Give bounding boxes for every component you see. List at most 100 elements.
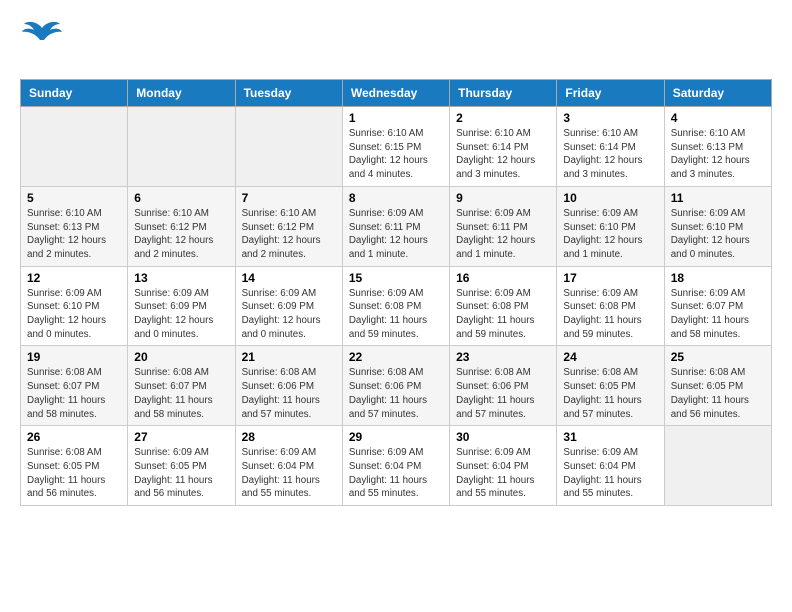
calendar-cell: 10 Sunrise: 6:09 AM Sunset: 6:10 PM Dayli…: [557, 186, 664, 266]
calendar-week-row: 12Sunrise: 6:09 AM Sunset: 6:10 PM Dayli…: [21, 266, 772, 346]
day-number: 1: [349, 111, 443, 125]
day-number: 22: [349, 350, 443, 364]
day-info: Sunrise: 6:09 AM Sunset: 6:04 PM Dayligh…: [563, 446, 657, 501]
calendar-cell: 11 Sunrise: 6:09 AM Sunset: 6:10 PM Dayli…: [664, 186, 771, 266]
calendar-cell: 26Sunrise: 6:08 AM Sunset: 6:05 PM Dayli…: [21, 426, 128, 506]
calendar-cell: 12Sunrise: 6:09 AM Sunset: 6:10 PM Dayli…: [21, 266, 128, 346]
day-info: Sunrise: 6:08 AM Sunset: 6:05 PM Dayligh…: [563, 366, 657, 421]
day-info: Sunrise: 6:09 AM Sunset: 6:07 PM Dayligh…: [671, 287, 765, 342]
day-number: 18: [671, 271, 765, 285]
day-number: 20: [134, 350, 228, 364]
weekday-header-wednesday: Wednesday: [342, 80, 449, 107]
day-info: Sunrise: 6:09 AM Sunset: 6:04 PM Dayligh…: [242, 446, 336, 501]
calendar-cell: 4 Sunrise: 6:10 AM Sunset: 6:13 PM Daylig…: [664, 107, 771, 187]
day-number: 29: [349, 430, 443, 444]
day-info: Sunrise: 6:09 AM Sunset: 6:04 PM Dayligh…: [349, 446, 443, 501]
weekday-header-thursday: Thursday: [450, 80, 557, 107]
day-info: Sunrise: 6:08 AM Sunset: 6:07 PM Dayligh…: [134, 366, 228, 421]
calendar-cell: 6Sunrise: 6:10 AM Sunset: 6:12 PM Daylig…: [128, 186, 235, 266]
day-number: 21: [242, 350, 336, 364]
weekday-header-monday: Monday: [128, 80, 235, 107]
day-number: 10: [563, 191, 657, 205]
calendar-cell: 8 Sunrise: 6:09 AM Sunset: 6:11 PM Daylig…: [342, 186, 449, 266]
calendar-cell: [21, 107, 128, 187]
day-number: 12: [27, 271, 121, 285]
day-number: 4: [671, 111, 765, 125]
day-number: 23: [456, 350, 550, 364]
day-info: Sunrise: 6:08 AM Sunset: 6:05 PM Dayligh…: [671, 366, 765, 421]
day-info: Sunrise: 6:09 AM Sunset: 6:10 PM Dayligh…: [671, 207, 765, 262]
day-info: Sunrise: 6:08 AM Sunset: 6:06 PM Dayligh…: [456, 366, 550, 421]
calendar-cell: 17 Sunrise: 6:09 AM Sunset: 6:08 PM Dayli…: [557, 266, 664, 346]
calendar-cell: 14 Sunrise: 6:09 AM Sunset: 6:09 PM Dayli…: [235, 266, 342, 346]
calendar-header-row: SundayMondayTuesdayWednesdayThursdayFrid…: [21, 80, 772, 107]
day-number: 19: [27, 350, 121, 364]
calendar-cell: 1 Sunrise: 6:10 AM Sunset: 6:15 PM Daylig…: [342, 107, 449, 187]
calendar-cell: 25 Sunrise: 6:08 AM Sunset: 6:05 PM Dayli…: [664, 346, 771, 426]
day-number: 14: [242, 271, 336, 285]
calendar-week-row: 1 Sunrise: 6:10 AM Sunset: 6:15 PM Daylig…: [21, 107, 772, 187]
day-info: Sunrise: 6:10 AM Sunset: 6:13 PM Dayligh…: [671, 127, 765, 182]
calendar-cell: 2Sunrise: 6:10 AM Sunset: 6:14 PM Daylig…: [450, 107, 557, 187]
day-info: Sunrise: 6:08 AM Sunset: 6:06 PM Dayligh…: [242, 366, 336, 421]
page-header: [20, 20, 772, 63]
day-number: 17: [563, 271, 657, 285]
calendar-cell: 3 Sunrise: 6:10 AM Sunset: 6:14 PM Daylig…: [557, 107, 664, 187]
day-number: 11: [671, 191, 765, 205]
day-info: Sunrise: 6:10 AM Sunset: 6:15 PM Dayligh…: [349, 127, 443, 182]
calendar-cell: 16Sunrise: 6:09 AM Sunset: 6:08 PM Dayli…: [450, 266, 557, 346]
day-info: Sunrise: 6:09 AM Sunset: 6:11 PM Dayligh…: [349, 207, 443, 262]
day-info: Sunrise: 6:10 AM Sunset: 6:12 PM Dayligh…: [134, 207, 228, 262]
calendar-cell: 5 Sunrise: 6:10 AM Sunset: 6:13 PM Daylig…: [21, 186, 128, 266]
day-info: Sunrise: 6:09 AM Sunset: 6:10 PM Dayligh…: [563, 207, 657, 262]
day-number: 27: [134, 430, 228, 444]
day-number: 3: [563, 111, 657, 125]
day-info: Sunrise: 6:08 AM Sunset: 6:07 PM Dayligh…: [27, 366, 121, 421]
day-info: Sunrise: 6:08 AM Sunset: 6:06 PM Dayligh…: [349, 366, 443, 421]
day-number: 9: [456, 191, 550, 205]
day-number: 31: [563, 430, 657, 444]
calendar-cell: 21 Sunrise: 6:08 AM Sunset: 6:06 PM Dayli…: [235, 346, 342, 426]
weekday-header-friday: Friday: [557, 80, 664, 107]
day-info: Sunrise: 6:09 AM Sunset: 6:08 PM Dayligh…: [456, 287, 550, 342]
calendar-cell: 9Sunrise: 6:09 AM Sunset: 6:11 PM Daylig…: [450, 186, 557, 266]
day-info: Sunrise: 6:10 AM Sunset: 6:13 PM Dayligh…: [27, 207, 121, 262]
calendar-table: SundayMondayTuesdayWednesdayThursdayFrid…: [20, 79, 772, 506]
calendar-cell: 19 Sunrise: 6:08 AM Sunset: 6:07 PM Dayli…: [21, 346, 128, 426]
calendar-cell: 24 Sunrise: 6:08 AM Sunset: 6:05 PM Dayli…: [557, 346, 664, 426]
weekday-header-tuesday: Tuesday: [235, 80, 342, 107]
day-number: 13: [134, 271, 228, 285]
day-info: Sunrise: 6:09 AM Sunset: 6:08 PM Dayligh…: [563, 287, 657, 342]
calendar-cell: 23 Sunrise: 6:08 AM Sunset: 6:06 PM Dayli…: [450, 346, 557, 426]
day-number: 26: [27, 430, 121, 444]
day-info: Sunrise: 6:10 AM Sunset: 6:14 PM Dayligh…: [563, 127, 657, 182]
calendar-week-row: 5 Sunrise: 6:10 AM Sunset: 6:13 PM Daylig…: [21, 186, 772, 266]
day-number: 25: [671, 350, 765, 364]
day-info: Sunrise: 6:09 AM Sunset: 6:09 PM Dayligh…: [242, 287, 336, 342]
calendar-cell: [664, 426, 771, 506]
calendar-cell: 30Sunrise: 6:09 AM Sunset: 6:04 PM Dayli…: [450, 426, 557, 506]
calendar-cell: [128, 107, 235, 187]
day-number: 8: [349, 191, 443, 205]
day-number: 2: [456, 111, 550, 125]
day-info: Sunrise: 6:10 AM Sunset: 6:12 PM Dayligh…: [242, 207, 336, 262]
weekday-header-saturday: Saturday: [664, 80, 771, 107]
logo-icon: [20, 20, 64, 58]
day-info: Sunrise: 6:09 AM Sunset: 6:08 PM Dayligh…: [349, 287, 443, 342]
day-number: 24: [563, 350, 657, 364]
calendar-cell: 28Sunrise: 6:09 AM Sunset: 6:04 PM Dayli…: [235, 426, 342, 506]
calendar-cell: 22 Sunrise: 6:08 AM Sunset: 6:06 PM Dayli…: [342, 346, 449, 426]
calendar-cell: 7 Sunrise: 6:10 AM Sunset: 6:12 PM Daylig…: [235, 186, 342, 266]
day-info: Sunrise: 6:09 AM Sunset: 6:09 PM Dayligh…: [134, 287, 228, 342]
calendar-cell: 13 Sunrise: 6:09 AM Sunset: 6:09 PM Dayli…: [128, 266, 235, 346]
day-number: 5: [27, 191, 121, 205]
calendar-cell: 18 Sunrise: 6:09 AM Sunset: 6:07 PM Dayli…: [664, 266, 771, 346]
calendar-cell: 31 Sunrise: 6:09 AM Sunset: 6:04 PM Dayli…: [557, 426, 664, 506]
calendar-week-row: 26Sunrise: 6:08 AM Sunset: 6:05 PM Dayli…: [21, 426, 772, 506]
weekday-header-sunday: Sunday: [21, 80, 128, 107]
calendar-cell: [235, 107, 342, 187]
calendar-cell: 20 Sunrise: 6:08 AM Sunset: 6:07 PM Dayli…: [128, 346, 235, 426]
day-number: 7: [242, 191, 336, 205]
calendar-cell: 15Sunrise: 6:09 AM Sunset: 6:08 PM Dayli…: [342, 266, 449, 346]
day-number: 30: [456, 430, 550, 444]
